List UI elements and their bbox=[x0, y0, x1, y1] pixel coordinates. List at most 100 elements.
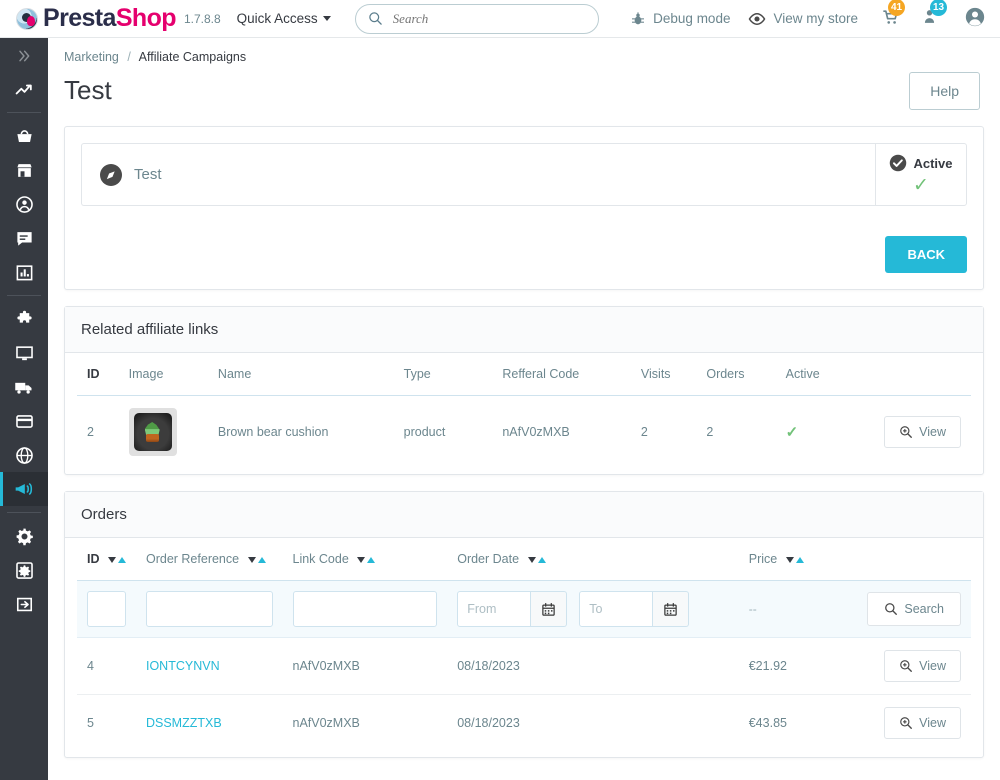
orders-notification-button[interactable]: 41 bbox=[880, 0, 906, 30]
filter-cell-id bbox=[77, 580, 136, 638]
sort-controls-order-reference[interactable] bbox=[247, 556, 266, 563]
top-header-bar: PrestaShop 1.7.8.8 Quick Access Debug mo… bbox=[0, 0, 1000, 38]
sidebar-item-modules[interactable] bbox=[0, 302, 48, 336]
date-to-group bbox=[579, 591, 690, 627]
brand-logo-area[interactable]: PrestaShop 1.7.8.8 bbox=[16, 4, 221, 33]
bug-icon bbox=[632, 11, 645, 24]
sort-controls-link-code[interactable] bbox=[357, 556, 376, 563]
filter-link-code-input[interactable] bbox=[292, 591, 438, 627]
cell-order-date: 08/18/2023 bbox=[447, 637, 739, 695]
back-button[interactable]: BACK bbox=[885, 236, 967, 273]
col-actions bbox=[874, 353, 971, 396]
sidebar-collapse-toggle[interactable] bbox=[0, 40, 48, 72]
sidebar-item-international[interactable] bbox=[0, 438, 48, 472]
sidebar-item-shop-parameters[interactable] bbox=[0, 519, 48, 553]
campaign-status-box: Active ✓ bbox=[875, 143, 967, 206]
sidebar-item-marketing[interactable] bbox=[0, 472, 48, 506]
filter-date-from-input[interactable] bbox=[457, 591, 532, 627]
sort-controls-price[interactable] bbox=[785, 556, 804, 563]
sort-desc-icon[interactable] bbox=[107, 556, 116, 563]
sidebar-item-advanced-parameters[interactable] bbox=[0, 553, 48, 587]
cell-order-date: 08/18/2023 bbox=[457, 716, 520, 730]
sort-desc-icon[interactable] bbox=[527, 556, 536, 563]
sort-asc-icon[interactable] bbox=[537, 556, 546, 563]
cell-order-reference: DSSMZZTXB bbox=[136, 695, 283, 752]
page-header: Test Help bbox=[48, 64, 1000, 110]
sidebar-item-customer-service[interactable] bbox=[0, 221, 48, 255]
gear-icon bbox=[16, 528, 33, 545]
customers-notification-button[interactable]: 13 bbox=[922, 0, 948, 30]
filter-cell-link-code bbox=[282, 580, 448, 638]
sort-desc-icon[interactable] bbox=[357, 556, 366, 563]
filter-cell-actions: Search bbox=[857, 580, 971, 638]
view-my-store-link[interactable]: View my store bbox=[748, 10, 858, 28]
col-name: Name bbox=[207, 353, 394, 396]
col-order-date-label: Order Date bbox=[457, 552, 520, 566]
sidebar-item-payment[interactable] bbox=[0, 404, 48, 438]
col-id: ID bbox=[77, 353, 119, 396]
check-circle-icon bbox=[890, 154, 907, 172]
campaign-name: Test bbox=[134, 166, 162, 183]
sort-asc-icon[interactable] bbox=[367, 556, 376, 563]
sort-asc-icon[interactable] bbox=[795, 556, 804, 563]
sidebar-item-dashboard[interactable] bbox=[0, 72, 48, 106]
cell-order-link-code: nAfV0zMXB bbox=[292, 716, 360, 730]
user-circle-icon bbox=[965, 7, 985, 27]
header-right-actions: Debug mode View my store 41 13 bbox=[612, 0, 1000, 31]
zoom-in-icon bbox=[900, 660, 913, 672]
cell-order-actions: View bbox=[857, 637, 971, 695]
filter-id-input[interactable] bbox=[87, 591, 126, 627]
col-link-code-label: Link Code bbox=[292, 552, 349, 566]
sort-asc-icon[interactable] bbox=[257, 556, 266, 563]
search-icon bbox=[368, 12, 382, 25]
gear-square-icon bbox=[15, 561, 33, 579]
sidebar-item-catalog[interactable] bbox=[0, 153, 48, 187]
breadcrumb: Marketing / Affiliate Campaigns bbox=[48, 38, 1000, 64]
sidebar-item-design[interactable] bbox=[0, 336, 48, 370]
search-input[interactable] bbox=[390, 9, 586, 28]
cell-order-link-code: nAfV0zMXB bbox=[282, 637, 448, 695]
table-row: 2 Brown bear cushion product nAfV0zMXB 2… bbox=[77, 396, 971, 469]
customers-badge-count: 13 bbox=[930, 0, 948, 16]
col-visits: Visits bbox=[630, 353, 697, 396]
account-menu-button[interactable] bbox=[964, 6, 986, 31]
sort-desc-icon[interactable] bbox=[785, 556, 794, 563]
filter-order-reference-input[interactable] bbox=[145, 591, 273, 627]
sidebar-divider-3 bbox=[7, 512, 41, 513]
credit-card-icon bbox=[15, 414, 33, 428]
sort-asc-icon[interactable] bbox=[117, 556, 126, 563]
search-button[interactable]: Search bbox=[867, 592, 961, 626]
calendar-from-button[interactable] bbox=[531, 591, 568, 627]
status-line: Active bbox=[889, 154, 953, 172]
col-order-id-label: ID bbox=[87, 552, 100, 566]
view-button[interactable]: View bbox=[884, 416, 961, 448]
help-button[interactable]: Help bbox=[909, 72, 980, 110]
sidebar-item-customers[interactable] bbox=[0, 187, 48, 221]
view-button[interactable]: View bbox=[884, 650, 961, 682]
sidebar-item-orders[interactable] bbox=[0, 119, 48, 153]
debug-mode-link[interactable]: Debug mode bbox=[630, 11, 730, 27]
calendar-icon bbox=[542, 602, 555, 616]
filter-cell-order-reference bbox=[135, 580, 283, 638]
breadcrumb-parent[interactable]: Marketing bbox=[64, 50, 119, 64]
global-search-box[interactable] bbox=[354, 3, 599, 34]
sidebar-item-logout[interactable] bbox=[0, 587, 48, 621]
sidebar-item-shipping[interactable] bbox=[0, 370, 48, 404]
sort-controls-order-date[interactable] bbox=[527, 556, 546, 563]
col-image: Image bbox=[118, 353, 208, 396]
affiliate-links-table-wrap: ID Image Name Type Refferal Code Visits … bbox=[65, 353, 983, 474]
order-reference-link[interactable]: IONTCYNVN bbox=[146, 659, 220, 673]
filter-cell-order-date bbox=[447, 580, 739, 638]
calendar-to-button[interactable] bbox=[653, 591, 690, 627]
filter-date-to-input[interactable] bbox=[579, 591, 654, 627]
view-button[interactable]: View bbox=[884, 707, 961, 739]
cell-order-id: 5 bbox=[87, 716, 94, 730]
zoom-in-icon bbox=[900, 426, 913, 438]
sidebar-item-stats[interactable] bbox=[0, 255, 48, 289]
sort-controls-id[interactable] bbox=[107, 556, 126, 563]
sort-desc-icon[interactable] bbox=[247, 556, 256, 563]
order-reference-link[interactable]: DSSMZZTXB bbox=[146, 716, 222, 730]
orders-table-wrap: ID Order Reference Link Code Order Date … bbox=[65, 538, 983, 757]
quick-access-menu[interactable]: Quick Access bbox=[237, 11, 331, 26]
cell-order-price: €21.92 bbox=[738, 637, 858, 695]
